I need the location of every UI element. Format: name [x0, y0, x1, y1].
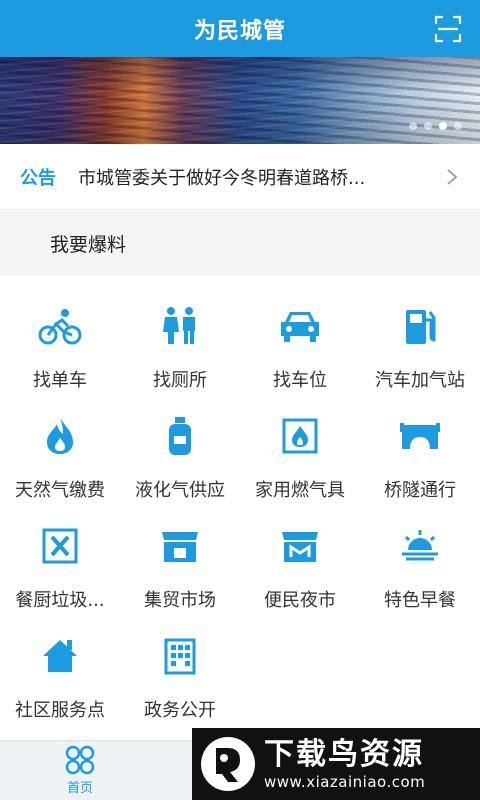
service-item-breakfast[interactable]: 特色早餐	[360, 510, 480, 620]
watermark: 下载鸟资源 www.xiazainiao.com	[192, 728, 480, 800]
service-label: 找厕所	[153, 370, 207, 391]
flame-icon	[47, 418, 73, 454]
service-label: 家用燃气具	[255, 480, 345, 501]
notice-bar[interactable]: 公告 市城管委关于做好今冬明春道路桥...	[0, 144, 480, 210]
service-item-night-market[interactable]: 便民夜市	[240, 510, 360, 620]
house-icon	[43, 640, 77, 672]
bicycle-icon	[38, 309, 82, 345]
service-label: 餐厨垃圾...	[15, 590, 105, 611]
service-label: 液化气供应	[135, 480, 225, 501]
government-building-icon	[164, 638, 196, 675]
service-item-toilet[interactable]: 找厕所	[120, 290, 240, 400]
page-title: 为民城管	[193, 18, 286, 44]
sunrise-icon	[402, 530, 438, 561]
kitchen-waste-icon	[42, 528, 78, 564]
service-label: 天然气缴费	[15, 480, 105, 501]
service-item-community[interactable]: 社区服务点	[0, 620, 120, 730]
notice-tag: 公告	[20, 167, 56, 189]
service-item-gas-appliance[interactable]: 家用燃气具	[240, 400, 360, 510]
service-item-bridge-tunnel[interactable]: 桥隧通行	[360, 400, 480, 510]
app-screen: 为民城管 公告 市城管委关于做好今冬明春道路桥... 我要爆料 找单车 找厕所 …	[0, 0, 480, 800]
carousel-indicator	[409, 122, 462, 130]
service-item-gas-payment[interactable]: 天然气缴费	[0, 400, 120, 510]
carousel-dot[interactable]	[424, 122, 432, 130]
banner-carousel[interactable]	[0, 57, 480, 144]
service-label: 汽车加气站	[375, 370, 465, 391]
watermark-url: www.xiazainiao.com	[264, 773, 426, 791]
tab-home[interactable]: 首页	[50, 745, 110, 796]
section-label: 我要爆料	[50, 233, 127, 256]
app-header: 为民城管	[0, 0, 480, 57]
toilet-icon	[163, 307, 195, 344]
home-grid-icon	[65, 745, 95, 775]
report-section-header[interactable]: 我要爆料	[0, 211, 480, 275]
bridge-icon	[400, 423, 440, 449]
service-item-kitchen-waste[interactable]: 餐厨垃圾...	[0, 510, 120, 620]
carousel-dot-active[interactable]	[439, 122, 447, 130]
chevron-right-icon[interactable]	[446, 168, 458, 186]
scan-icon[interactable]	[434, 15, 462, 43]
car-icon	[281, 312, 319, 342]
service-grid: 找单车 找厕所 找车位 汽车加气站 天然气缴费 液化气供应 家用燃气具 桥隧通行…	[0, 290, 480, 730]
market-stall-icon	[162, 532, 198, 562]
carousel-dot[interactable]	[409, 122, 417, 130]
gas-stove-icon	[282, 418, 318, 454]
service-label: 便民夜市	[264, 590, 336, 611]
service-label: 社区服务点	[15, 700, 105, 721]
service-item-gas-station[interactable]: 汽车加气站	[360, 290, 480, 400]
banner-image	[0, 57, 480, 144]
service-label: 找车位	[273, 370, 327, 391]
service-item-market[interactable]: 集贸市场	[120, 510, 240, 620]
service-item-lpg-supply[interactable]: 液化气供应	[120, 400, 240, 510]
gas-station-icon	[406, 310, 436, 344]
service-item-parking[interactable]: 找车位	[240, 290, 360, 400]
notice-text[interactable]: 市城管委关于做好今冬明春道路桥...	[78, 164, 418, 190]
watermark-logo-icon	[201, 737, 255, 791]
service-item-bike[interactable]: 找单车	[0, 290, 120, 400]
carousel-dot[interactable]	[454, 122, 462, 130]
gas-cylinder-icon	[169, 417, 191, 455]
service-label: 找单车	[33, 370, 87, 391]
tab-home-label: 首页	[66, 781, 93, 796]
service-label: 集贸市场	[144, 590, 216, 611]
service-item-gov-info[interactable]: 政务公开	[120, 620, 240, 730]
night-market-icon	[282, 532, 318, 562]
watermark-title: 下载鸟资源	[264, 737, 424, 772]
service-label: 政务公开	[144, 700, 216, 721]
service-label: 特色早餐	[384, 590, 456, 611]
service-label: 桥隧通行	[384, 480, 456, 501]
